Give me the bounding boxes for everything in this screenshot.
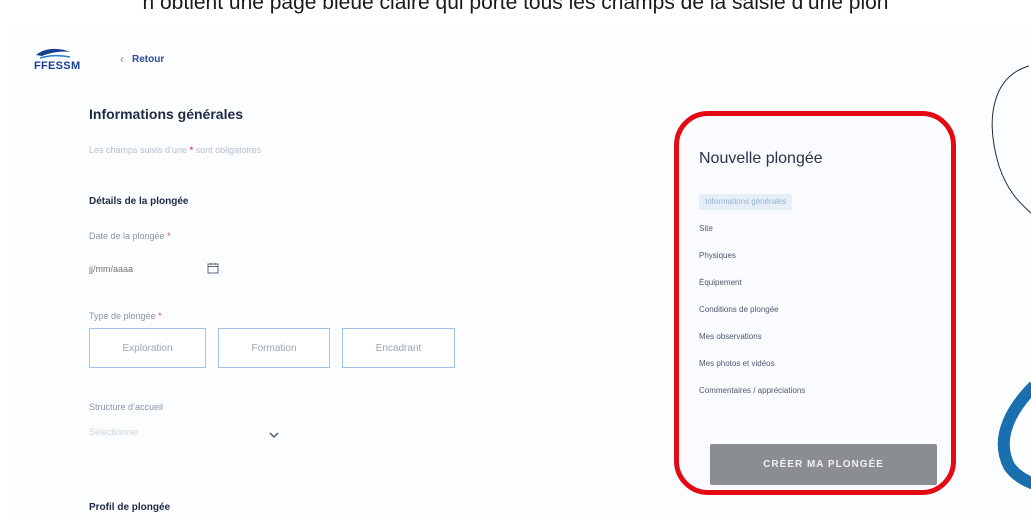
step-conditions[interactable]: Conditions de plongée bbox=[699, 302, 929, 329]
step-physical[interactable]: Physiques bbox=[699, 248, 929, 275]
profile-title: Profil de plongée bbox=[89, 502, 171, 513]
required-star: * bbox=[189, 145, 194, 155]
type-option-exploration[interactable]: Exploration bbox=[89, 328, 206, 368]
section-title: Informations générales bbox=[89, 106, 244, 122]
app-screenshot: FFESSM ‹ Retour Informations générales L… bbox=[14, 26, 1031, 518]
date-label-text: Date de la plongée bbox=[89, 231, 165, 241]
create-dive-button[interactable]: CRÉER MA PLONGÉE bbox=[710, 444, 937, 485]
step-comments[interactable]: Commentaires / appréciations bbox=[699, 383, 929, 410]
step-label: Informations générales bbox=[699, 194, 793, 210]
required-hint: Les champs suivis d’une * sont obligatoi… bbox=[89, 145, 261, 155]
date-input[interactable] bbox=[89, 260, 187, 278]
background-decoration bbox=[991, 65, 1031, 490]
panel-title: Nouvelle plongée bbox=[699, 150, 823, 167]
structure-placeholder: Sélectionner bbox=[89, 427, 140, 437]
step-general-info[interactable]: Informations générales bbox=[699, 194, 929, 221]
structure-label: Structure d’accueil bbox=[89, 402, 164, 412]
date-required-star: * bbox=[167, 231, 171, 241]
back-label: Retour bbox=[132, 53, 165, 65]
caption-text: n obtient une page bleue claire qui port… bbox=[0, 0, 1031, 26]
steps-panel: Nouvelle plongée Informations générales … bbox=[674, 111, 956, 495]
ffessm-logo[interactable]: FFESSM bbox=[34, 46, 80, 94]
type-option-encadrant[interactable]: Encadrant bbox=[342, 328, 455, 368]
calendar-icon[interactable] bbox=[207, 262, 219, 274]
step-media[interactable]: Mes photos et vidéos bbox=[699, 356, 929, 383]
back-link[interactable]: ‹ Retour bbox=[120, 52, 164, 66]
step-label: Conditions de plongée bbox=[699, 305, 779, 314]
caption-label: n obtient une page bleue claire qui port… bbox=[142, 0, 889, 14]
dolphin-logo-icon bbox=[36, 48, 71, 59]
chevron-left-icon: ‹ bbox=[120, 52, 124, 66]
step-label: Mes observations bbox=[699, 332, 762, 341]
step-label: Équipement bbox=[699, 278, 742, 287]
steps-list: Informations générales Site Physiques Éq… bbox=[699, 194, 929, 410]
step-label: Site bbox=[699, 224, 713, 233]
hint-suffix: sont obligatoires bbox=[195, 145, 262, 155]
step-equipment[interactable]: Équipement bbox=[699, 275, 929, 302]
structure-select[interactable]: Sélectionner bbox=[89, 427, 279, 447]
type-label: Type de plongée * bbox=[89, 311, 162, 321]
step-label: Physiques bbox=[699, 251, 736, 260]
hint-prefix: Les champs suivis d’une bbox=[89, 145, 188, 155]
logo-text: FFESSM bbox=[34, 60, 81, 72]
type-option-formation[interactable]: Formation bbox=[218, 328, 330, 368]
step-observations[interactable]: Mes observations bbox=[699, 329, 929, 356]
type-required-star: * bbox=[158, 311, 162, 321]
type-label-text: Type de plongée bbox=[89, 311, 156, 321]
details-title: Détails de la plongée bbox=[89, 196, 189, 207]
step-label: Mes photos et vidéos bbox=[699, 359, 775, 368]
chevron-down-icon bbox=[269, 432, 279, 439]
step-site[interactable]: Site bbox=[699, 221, 929, 248]
date-label: Date de la plongée * bbox=[89, 231, 171, 241]
step-label: Commentaires / appréciations bbox=[699, 386, 806, 395]
